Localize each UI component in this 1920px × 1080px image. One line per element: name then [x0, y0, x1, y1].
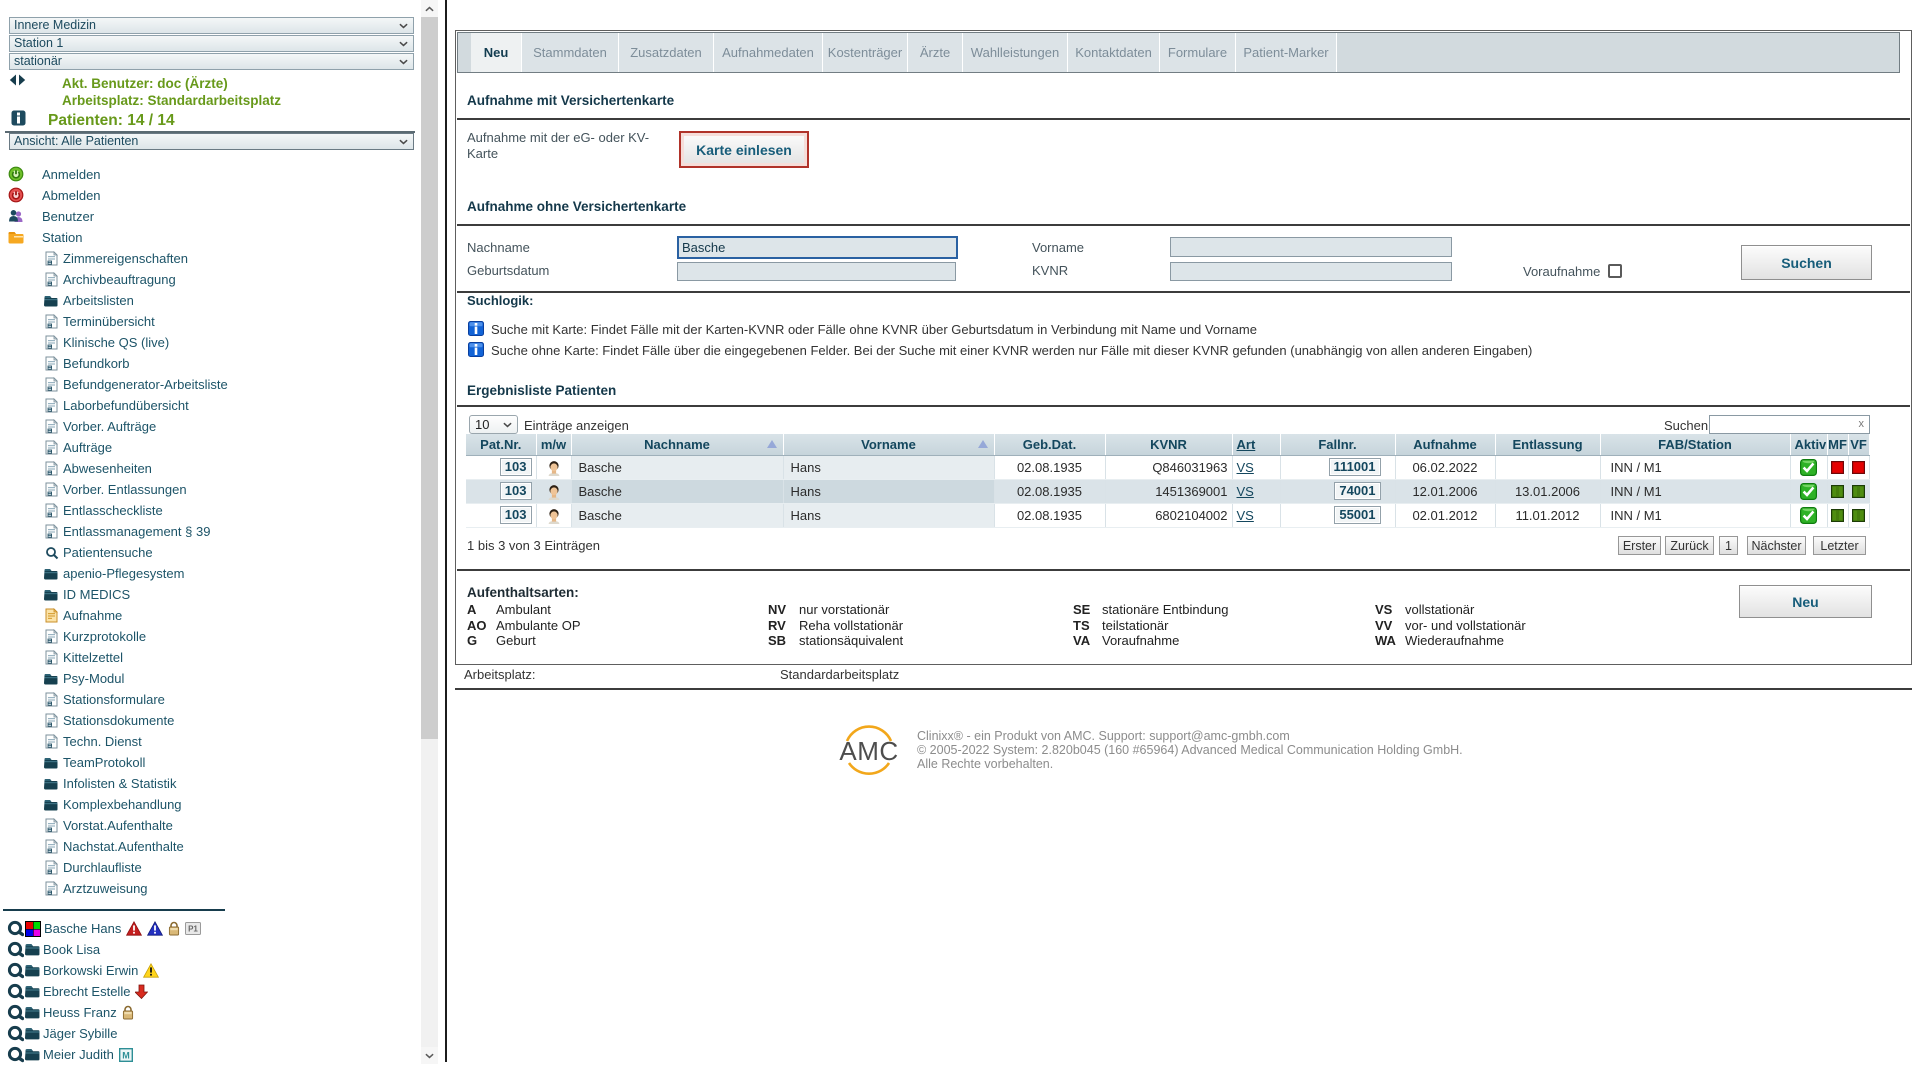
svg-text:AMC: AMC	[839, 736, 898, 766]
